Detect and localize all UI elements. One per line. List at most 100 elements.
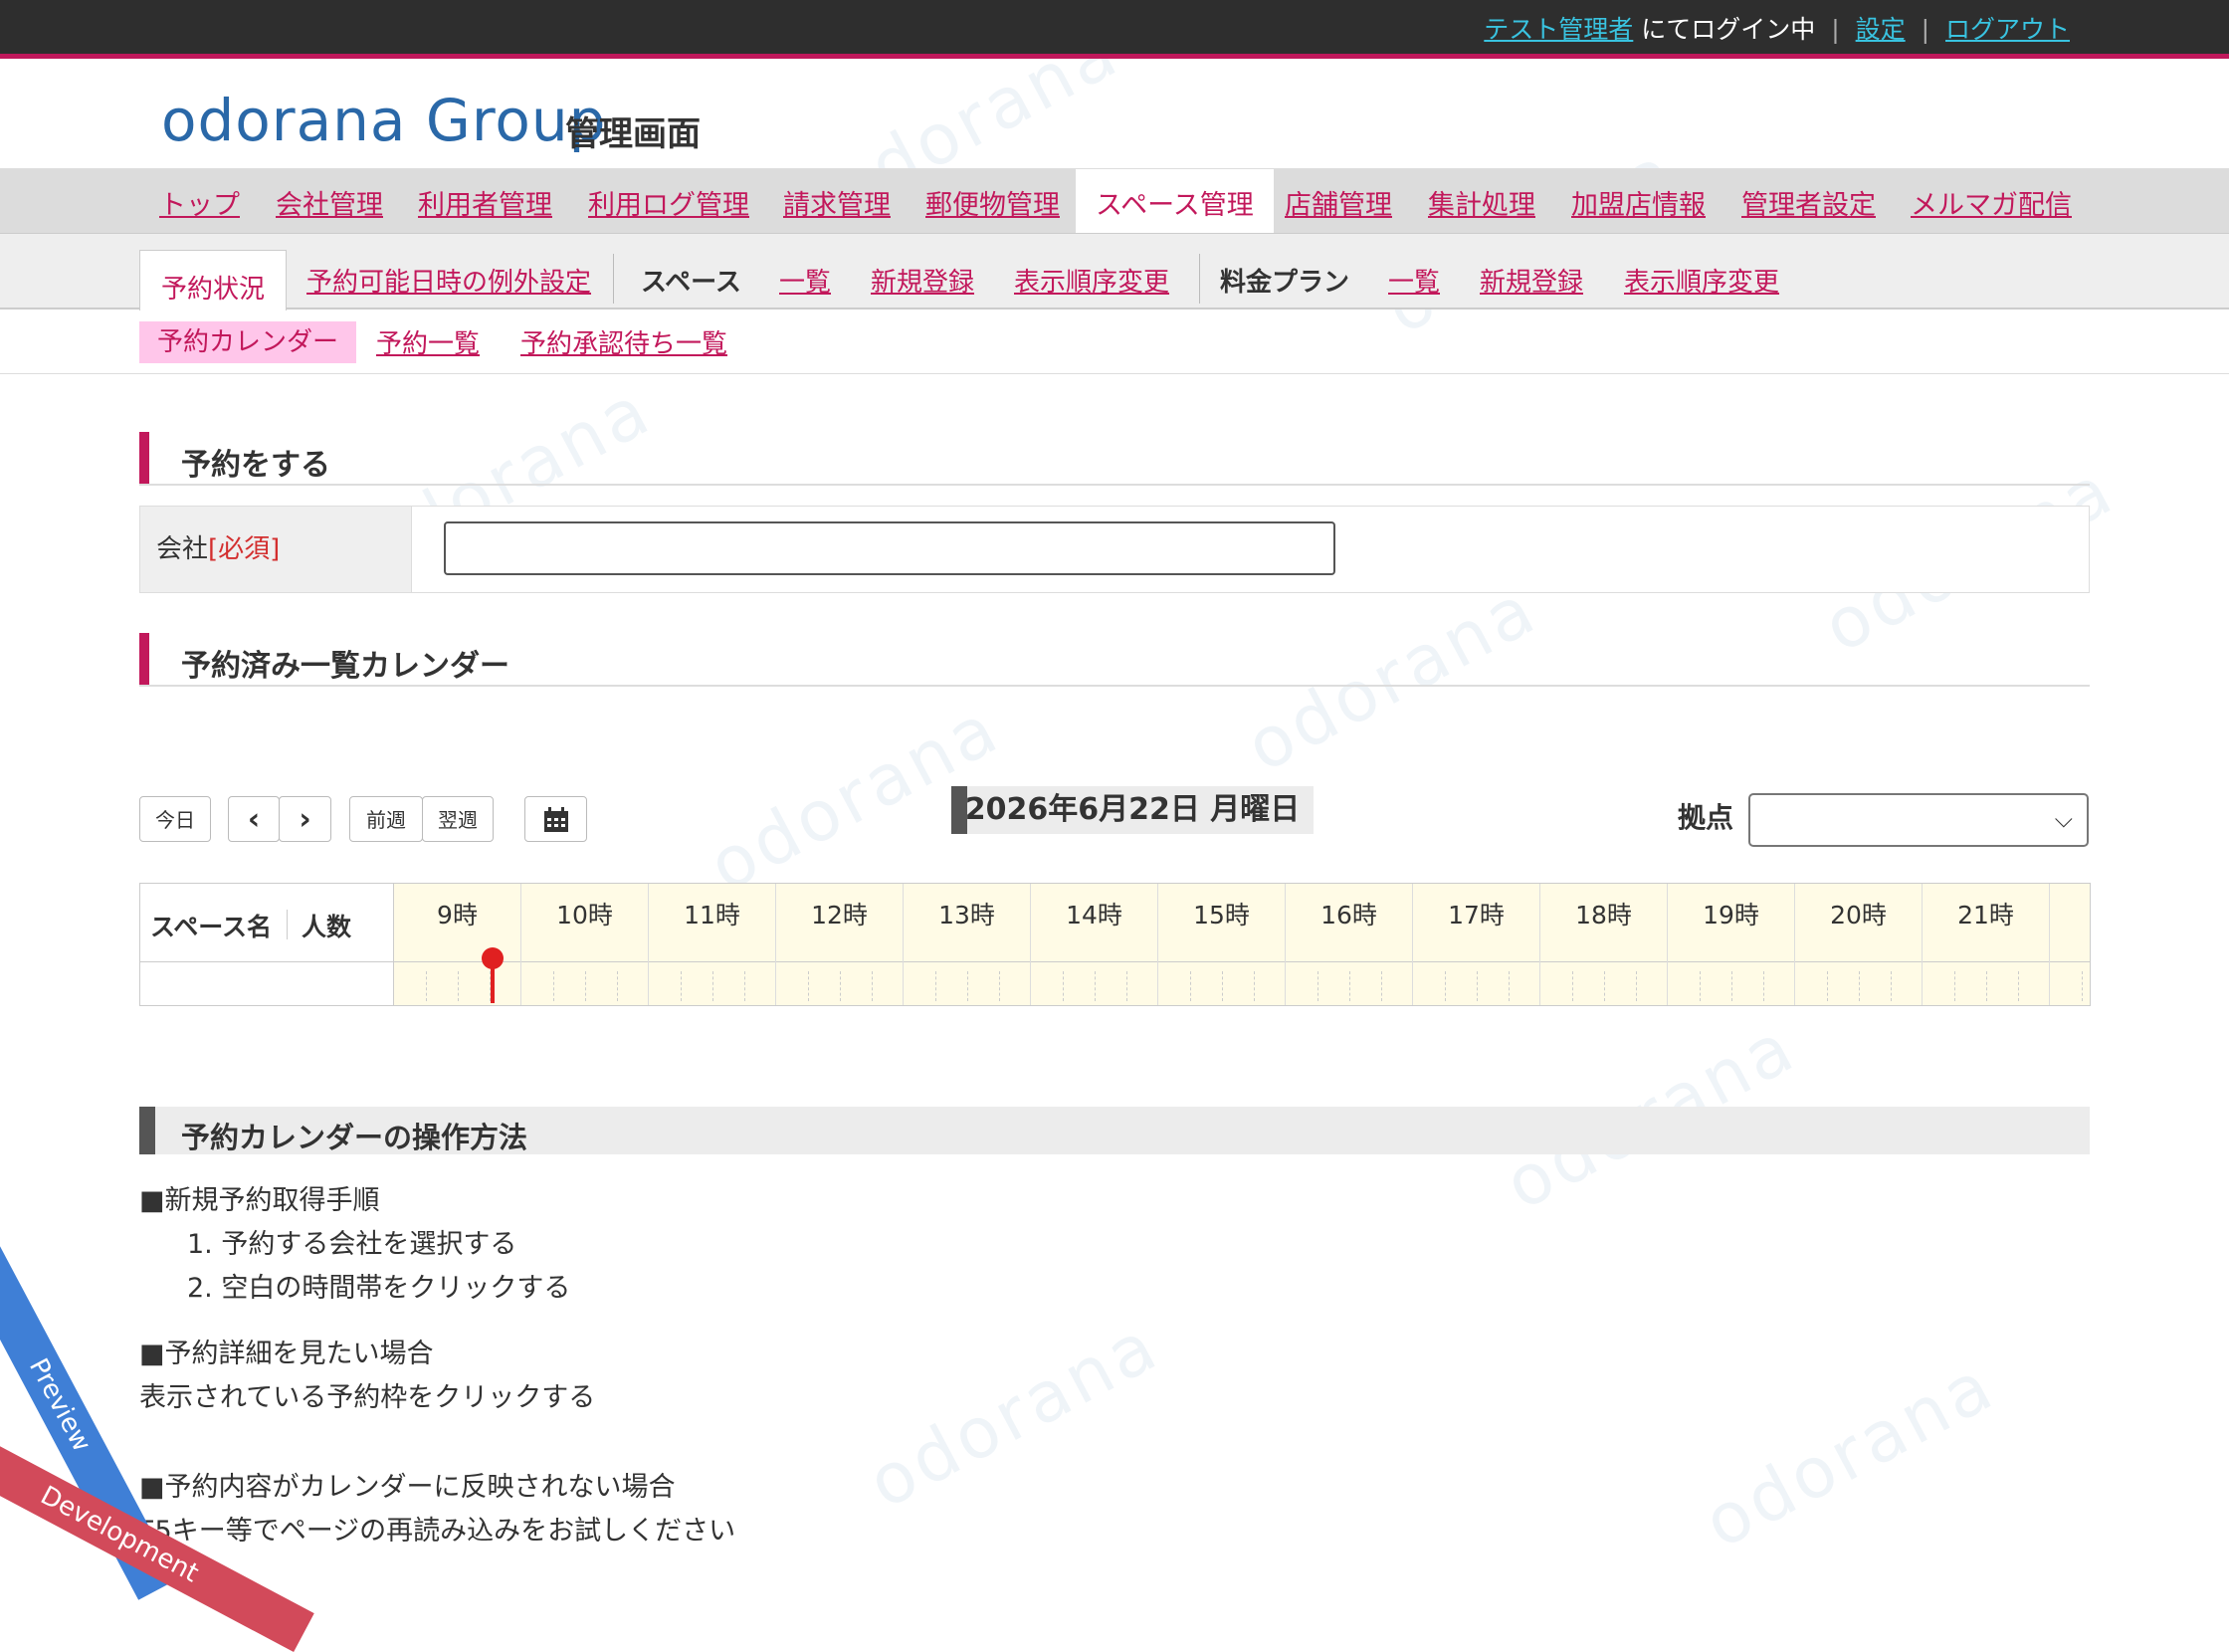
pending-approval-link[interactable]: 予約承認待ち一覧 (520, 323, 727, 360)
hour-column[interactable]: 18時 (1540, 884, 1668, 1005)
base-label: 拠点 (1678, 801, 1734, 834)
calendar-section-header: 予約済み一覧カレンダー (139, 633, 2090, 687)
next-day-button[interactable]: › (279, 796, 331, 842)
today-button[interactable]: 今日 (139, 796, 211, 842)
hour-column[interactable]: 10時 (521, 884, 649, 1005)
section-title: 予約をする (181, 448, 330, 483)
quarter-tick (1222, 971, 1224, 1001)
hour-column[interactable]: 14時 (1031, 884, 1158, 1005)
tab-reservation-status[interactable]: 予約状況 (139, 250, 287, 310)
company-input[interactable] (444, 521, 1335, 575)
hour-label: 18時 (1575, 901, 1632, 929)
nav-aggregation[interactable]: 集計処理 (1428, 183, 1535, 222)
calendar-picker-button[interactable] (524, 796, 587, 842)
prev-week-button[interactable]: 前週 (349, 796, 423, 842)
quarter-tick (1604, 971, 1606, 1001)
space-order-link[interactable]: 表示順序変更 (1014, 262, 1169, 299)
hour-columns[interactable]: 9時 10時 11時 12時 13時 14時 15時 16時 17時 18時 19時 20時 21時 2 (394, 884, 2090, 1005)
divider (287, 910, 288, 939)
settings-link[interactable]: 設定 (1856, 15, 1906, 44)
space-label: スペース (641, 268, 741, 298)
nav-member-store[interactable]: 加盟店情報 (1571, 183, 1706, 222)
quarter-tick (553, 971, 555, 1001)
quarter-tick (681, 971, 683, 1001)
quarter-tick (999, 971, 1001, 1001)
calendar-icon (543, 807, 568, 832)
help-reflect-heading: ■予約内容がカレンダーに反映されない場合 (139, 1472, 676, 1503)
hour-column[interactable]: 2 (2050, 884, 2090, 1005)
exception-settings-link[interactable]: 予約可能日時の例外設定 (306, 262, 591, 299)
plan-order-link[interactable]: 表示順序変更 (1624, 262, 1779, 299)
quarter-tick (967, 971, 969, 1001)
row-divider (1031, 961, 1157, 962)
hour-label: 15時 (1193, 901, 1250, 929)
base-select[interactable]: ⌵ (1748, 793, 2089, 847)
watermark: odorana (1691, 1343, 2008, 1564)
reservation-calendar-pill[interactable]: 予約カレンダー (139, 321, 356, 363)
nav-mail[interactable]: 郵便物管理 (925, 183, 1060, 222)
plan-new-link[interactable]: 新規登録 (1480, 262, 1583, 299)
quarter-tick (1063, 971, 1065, 1001)
quarter-tick (808, 971, 810, 1001)
hour-column[interactable]: 13時 (904, 884, 1031, 1005)
hour-column[interactable]: 9時 (394, 884, 521, 1005)
hour-column[interactable]: 17時 (1413, 884, 1540, 1005)
hour-column[interactable]: 19時 (1668, 884, 1795, 1005)
row-divider (1668, 961, 1794, 962)
hour-column[interactable]: 12時 (776, 884, 904, 1005)
hour-label: 17時 (1448, 901, 1505, 929)
quarter-tick (617, 971, 619, 1001)
row-divider (521, 961, 648, 962)
hour-label: 14時 (1066, 901, 1122, 929)
quarter-tick (1636, 971, 1638, 1001)
row-divider (1413, 961, 1539, 962)
help-reflect-text: F5キー等でページの再読み込みをお試しください (139, 1516, 736, 1547)
admin-user-link[interactable]: テスト管理者 (1484, 15, 1633, 44)
accent-bar (139, 432, 149, 484)
people-header: 人数 (302, 913, 352, 941)
hour-column[interactable]: 20時 (1795, 884, 1923, 1005)
row-divider (1286, 961, 1412, 962)
space-list-link[interactable]: 一覧 (779, 262, 831, 299)
nav-top[interactable]: トップ (159, 183, 240, 222)
logout-link[interactable]: ログアウト (1945, 15, 2070, 44)
quarter-tick (2018, 971, 2020, 1001)
hour-column[interactable]: 21時 (1923, 884, 2050, 1005)
hour-column[interactable]: 15時 (1158, 884, 1286, 1005)
quarter-tick (1572, 971, 1574, 1001)
row-divider (1795, 961, 1922, 962)
quarter-tick (1095, 971, 1097, 1001)
hour-label: 19時 (1703, 901, 1759, 929)
quarter-tick (1445, 971, 1447, 1001)
space-new-link[interactable]: 新規登録 (871, 262, 974, 299)
nav-usage-log[interactable]: 利用ログ管理 (588, 183, 749, 222)
help-detail-heading: ■予約詳細を見たい場合 (139, 1339, 434, 1369)
quarter-tick (1317, 971, 1319, 1001)
quarter-tick (1827, 971, 1829, 1001)
hour-label: 16時 (1320, 901, 1377, 929)
hour-column[interactable]: 11時 (649, 884, 776, 1005)
logo[interactable]: odorana Group (161, 87, 607, 154)
hour-column[interactable]: 16時 (1286, 884, 1413, 1005)
help-title: 予約カレンダーの操作方法 (181, 1121, 528, 1154)
hour-label: 21時 (1957, 901, 2014, 929)
nav-company[interactable]: 会社管理 (276, 183, 383, 222)
space-name-header: スペース名 (150, 913, 273, 941)
plan-list-link[interactable]: 一覧 (1388, 262, 1440, 299)
row-divider (1540, 961, 1667, 962)
nav-stores[interactable]: 店舗管理 (1285, 183, 1392, 222)
nav-space: スペース管理 (1096, 190, 1254, 221)
hour-label: 20時 (1830, 901, 1887, 929)
reservation-list-link[interactable]: 予約一覧 (376, 323, 480, 360)
quarter-tick (1954, 971, 1956, 1001)
next-week-button[interactable]: 翌週 (422, 796, 494, 842)
nav-space-active[interactable]: スペース管理 (1076, 169, 1274, 233)
nav-users[interactable]: 利用者管理 (418, 183, 552, 222)
nav-admin-settings[interactable]: 管理者設定 (1741, 183, 1876, 222)
quarter-tick (1126, 971, 1128, 1001)
nav-billing[interactable]: 請求管理 (783, 183, 891, 222)
row-divider (1158, 961, 1285, 962)
prev-day-button[interactable]: ‹ (228, 796, 280, 842)
quarter-tick (1477, 971, 1479, 1001)
nav-newsletter[interactable]: メルマガ配信 (1911, 183, 2072, 222)
